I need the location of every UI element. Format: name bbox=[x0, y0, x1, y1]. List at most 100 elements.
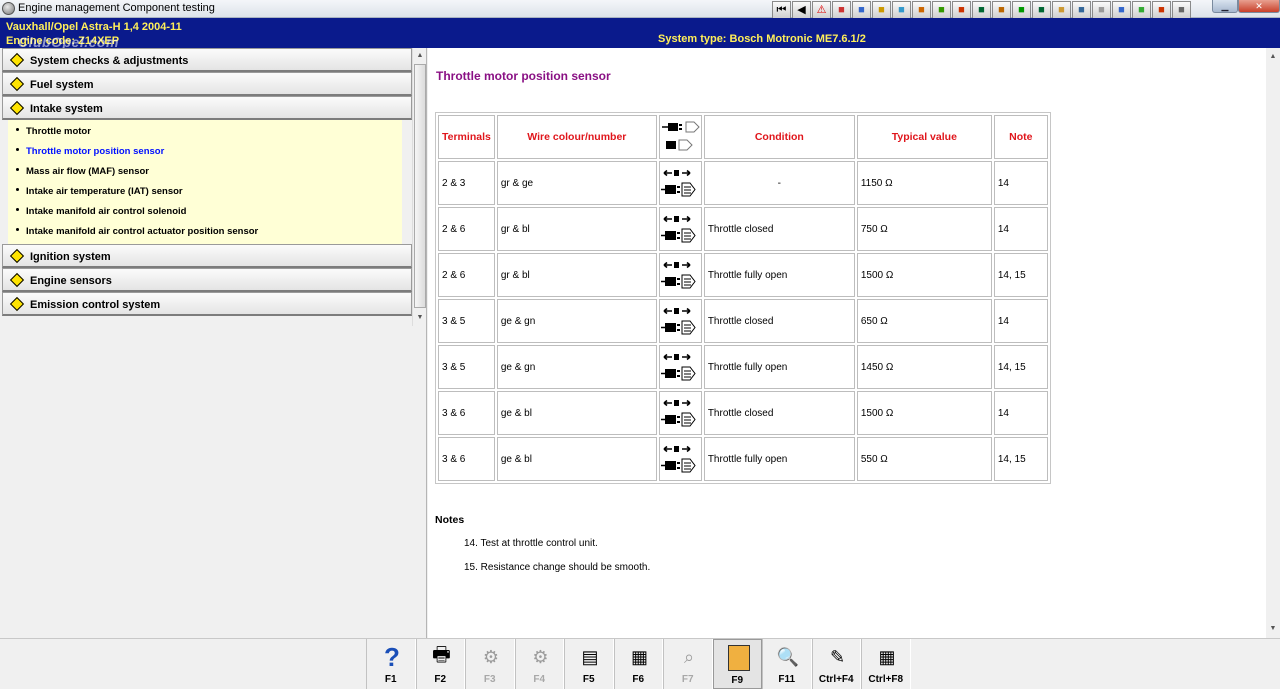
fkey-ctrl-f8[interactable]: ▦ Ctrl+F8 bbox=[861, 639, 911, 689]
cell-terminals: 2 & 3 bbox=[438, 161, 495, 205]
meter-connected-icon bbox=[660, 301, 701, 341]
nav-item-3[interactable]: Intake air temperature (IAT) sensor bbox=[8, 182, 402, 202]
tool-icon-11[interactable]: ■ bbox=[1032, 1, 1051, 19]
content-scrollbar[interactable]: ▲ ▼ bbox=[1266, 48, 1280, 638]
fkey-f3[interactable]: ⚙ F3 bbox=[465, 639, 515, 689]
tool-icon-7[interactable]: ■ bbox=[952, 1, 971, 19]
prev-icon[interactable]: ◀ bbox=[792, 1, 811, 19]
cell-condition: Throttle fully open bbox=[703, 253, 855, 297]
nav-item-2[interactable]: Mass air flow (MAF) sensor bbox=[8, 162, 402, 182]
header-typical: Typical value bbox=[856, 115, 992, 159]
nav-scrollbar[interactable]: ▲ ▼ bbox=[412, 48, 426, 326]
meter-connected-icon bbox=[660, 439, 701, 479]
bullet-icon bbox=[16, 228, 19, 231]
tool-icon-10[interactable]: ■ bbox=[1012, 1, 1031, 19]
nav-item-5[interactable]: Intake manifold air control actuator pos… bbox=[8, 222, 402, 242]
nav-section-5[interactable]: Emission control system bbox=[2, 292, 412, 316]
cell-connector-symbol bbox=[658, 207, 702, 251]
fkey-label: F3 bbox=[483, 674, 496, 685]
nav-item-0[interactable]: Throttle motor bbox=[8, 122, 402, 142]
fkey-label: F9 bbox=[731, 675, 744, 686]
close-button[interactable]: ✕ bbox=[1238, 0, 1280, 13]
nav-tree: System checks & adjustments Fuel system In… bbox=[2, 48, 412, 316]
scroll-up-icon[interactable]: ▲ bbox=[414, 49, 426, 63]
nav-item-label: Mass air flow (MAF) sensor bbox=[26, 166, 149, 177]
tool-icon-13[interactable]: ■ bbox=[1072, 1, 1091, 19]
bullet-icon bbox=[16, 208, 19, 211]
nav-item-1[interactable]: Throttle motor position sensor bbox=[8, 142, 402, 162]
fkey-ctrl-f4[interactable]: ✎ Ctrl+F4 bbox=[811, 639, 861, 689]
cell-wire: gr & bl bbox=[496, 207, 657, 251]
tool-icon-2[interactable]: ■ bbox=[852, 1, 871, 19]
nav-section-label: Emission control system bbox=[30, 299, 161, 311]
cell-terminals: 3 & 5 bbox=[438, 299, 495, 343]
scroll-thumb[interactable] bbox=[414, 64, 426, 308]
help-icon: ? bbox=[384, 641, 400, 672]
nav-item-label: Throttle motor bbox=[26, 126, 91, 137]
tool-icon-17[interactable]: ■ bbox=[1152, 1, 1171, 19]
tool-icon-6[interactable]: ■ bbox=[932, 1, 951, 19]
tool-icon-5[interactable]: ■ bbox=[912, 1, 931, 19]
fkey-label: F11 bbox=[778, 674, 796, 685]
cell-typical-value: 1500 Ω bbox=[856, 391, 992, 435]
nav-section-1[interactable]: Fuel system bbox=[2, 72, 412, 96]
fkey-f7[interactable]: ⌕ F7 bbox=[663, 639, 713, 689]
scroll-down-icon[interactable]: ▼ bbox=[414, 311, 426, 325]
bullet-icon bbox=[16, 148, 19, 151]
nav-item-label: Throttle motor position sensor bbox=[26, 146, 165, 157]
meter-connected-icon bbox=[660, 209, 701, 249]
nav-section-0[interactable]: System checks & adjustments bbox=[2, 48, 412, 72]
table-row: 3 & 5 ge & gn Throttle closed 650 Ω 14 bbox=[438, 299, 1048, 343]
tool-icon-14[interactable]: ■ bbox=[1092, 1, 1111, 19]
scroll-up-icon[interactable]: ▲ bbox=[1267, 50, 1279, 64]
fkey-label: F1 bbox=[384, 674, 397, 685]
scroll-down-icon[interactable]: ▼ bbox=[1267, 622, 1279, 636]
expand-diamond-icon bbox=[9, 272, 25, 288]
cell-note: 14, 15 bbox=[993, 437, 1048, 481]
first-icon[interactable]: ⏮ bbox=[772, 1, 791, 19]
nav-section-4[interactable]: Engine sensors bbox=[2, 268, 412, 292]
fkey-label: F4 bbox=[533, 674, 546, 685]
minimize-button[interactable]: ▁ bbox=[1212, 0, 1238, 13]
nav-item-4[interactable]: Intake manifold air control solenoid bbox=[8, 202, 402, 222]
tool-icon-16[interactable]: ■ bbox=[1132, 1, 1151, 19]
tool-icon-18[interactable]: ■ bbox=[1172, 1, 1191, 19]
nav-item-label: Intake manifold air control actuator pos… bbox=[26, 226, 259, 237]
meter-connected-icon bbox=[660, 347, 701, 387]
fkey-f5[interactable]: ▤ F5 bbox=[564, 639, 614, 689]
window-title: Engine management Component testing bbox=[18, 2, 215, 14]
note-14: 14. Test at throttle control unit. bbox=[464, 538, 598, 549]
fkey-f1[interactable]: ? F1 bbox=[366, 639, 416, 689]
table-row: 2 & 6 gr & bl Throttle fully open 1500 Ω 14,… bbox=[438, 253, 1048, 297]
bullet-icon bbox=[16, 128, 19, 131]
cell-condition: Throttle closed bbox=[703, 299, 855, 343]
expand-diamond-icon bbox=[9, 76, 25, 92]
cell-connector-symbol bbox=[658, 253, 702, 297]
header-connector-symbol bbox=[658, 115, 702, 159]
tool-icon-4[interactable]: ■ bbox=[892, 1, 911, 19]
fkey-f9[interactable]: F9 bbox=[712, 639, 762, 689]
nav-section-3[interactable]: Ignition system bbox=[2, 244, 412, 268]
table-row: 3 & 6 ge & bl Throttle fully open 550 Ω 14, … bbox=[438, 437, 1048, 481]
cell-note: 14 bbox=[993, 299, 1048, 343]
fkey-f4[interactable]: ⚙ F4 bbox=[514, 639, 564, 689]
tool-icon-1[interactable]: ■ bbox=[832, 1, 851, 19]
warning-icon[interactable]: ⚠ bbox=[812, 1, 831, 19]
component-icon bbox=[727, 643, 751, 673]
tool-icon-12[interactable]: ■ bbox=[1052, 1, 1071, 19]
tool-icon-9[interactable]: ■ bbox=[992, 1, 1011, 19]
nav-section-label: Ignition system bbox=[30, 251, 111, 263]
fkey-f2[interactable]: 🖶 F2 bbox=[415, 639, 465, 689]
tool-icon-3[interactable]: ■ bbox=[872, 1, 891, 19]
page-title: Throttle motor position sensor bbox=[436, 69, 611, 83]
cell-wire: ge & bl bbox=[496, 391, 657, 435]
fkey-f11[interactable]: 🔍 F11 bbox=[762, 639, 812, 689]
nav-section-2[interactable]: Intake system bbox=[2, 96, 412, 120]
tool-icon-15[interactable]: ■ bbox=[1112, 1, 1131, 19]
tool-icon-8[interactable]: ■ bbox=[972, 1, 991, 19]
fkey-f6[interactable]: ▦ F6 bbox=[613, 639, 663, 689]
diagram-icon: ▤ bbox=[581, 646, 599, 667]
cell-wire: ge & gn bbox=[496, 299, 657, 343]
cell-terminals: 2 & 6 bbox=[438, 207, 495, 251]
vehicle-info: Vauxhall/Opel Astra-H 1,4 2004-11 bbox=[6, 21, 182, 33]
